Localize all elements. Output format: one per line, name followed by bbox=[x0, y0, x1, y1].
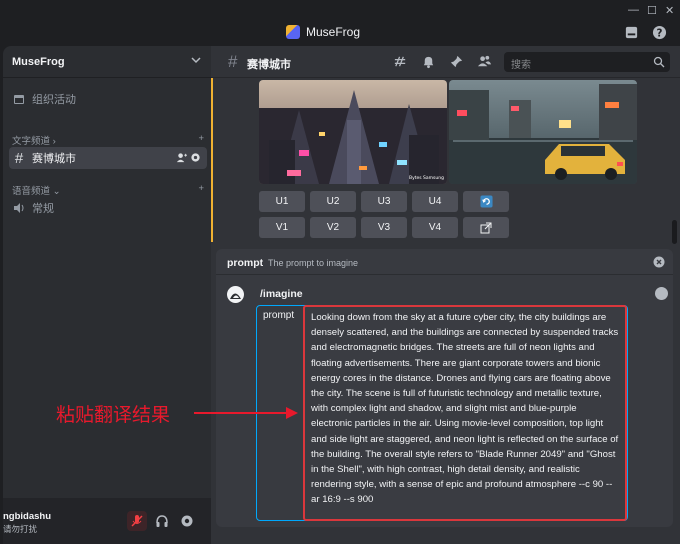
sidebar-item-events[interactable]: 组织活动 bbox=[9, 88, 207, 110]
message-accent-bar bbox=[211, 78, 213, 242]
upscale-button-4[interactable]: U4 bbox=[412, 191, 458, 212]
search-icon bbox=[653, 56, 665, 68]
pin-icon[interactable] bbox=[449, 54, 464, 69]
app-topbar: MuseFrog ? bbox=[0, 22, 680, 44]
headphones-icon bbox=[156, 515, 168, 527]
sidebar-item-label: 赛博城市 bbox=[32, 153, 76, 165]
slash-command-composer: prompt The prompt to imagine /imagine pr… bbox=[216, 249, 673, 527]
inbox-icon[interactable] bbox=[624, 25, 639, 40]
add-channel-icon[interactable]: + bbox=[198, 133, 204, 147]
variation-button-4[interactable]: V4 bbox=[412, 217, 458, 238]
chat-scrollbar[interactable] bbox=[672, 220, 677, 244]
image-watermark: Bytes Samsung bbox=[409, 175, 444, 181]
mic-muted-icon bbox=[131, 515, 143, 527]
sidebar-item-general-voice[interactable]: 常规 bbox=[9, 197, 207, 219]
search-input[interactable]: 搜索 bbox=[511, 56, 531, 71]
chevron-right-icon: › bbox=[52, 136, 56, 147]
app-title: MuseFrog bbox=[286, 25, 360, 39]
sidebar-item-label: 常规 bbox=[32, 203, 54, 215]
server-name: MuseFrog bbox=[12, 56, 65, 68]
calendar-icon bbox=[12, 92, 26, 106]
option-name: prompt bbox=[227, 257, 264, 269]
close-icon[interactable] bbox=[653, 256, 665, 268]
threads-icon[interactable] bbox=[393, 54, 408, 69]
bot-avatar bbox=[227, 286, 244, 303]
chat-main: # 赛博城市 搜索 Bytes Samsung U1 U2 U3 U4 V1 V… bbox=[211, 46, 680, 544]
window-titlebar: — ☐ ✕ bbox=[0, 0, 680, 22]
command-option-bar: prompt The prompt to imagine bbox=[216, 249, 673, 275]
annotation-label: 粘贴翻译结果 bbox=[56, 404, 171, 426]
voice-category[interactable]: 语音频道 ⌄ + bbox=[12, 183, 204, 197]
chevron-down-icon bbox=[191, 57, 201, 64]
user-name[interactable]: ngbidashu bbox=[3, 511, 51, 522]
gear-icon bbox=[181, 515, 193, 527]
close-icon[interactable]: ✕ bbox=[665, 4, 674, 17]
channel-sidebar: MuseFrog 组织活动 文字频道 › + # 赛博城市 语音频道 ⌄ + 常… bbox=[3, 46, 211, 544]
search-box[interactable]: 搜索 bbox=[504, 52, 670, 72]
variation-button-1[interactable]: V1 bbox=[259, 217, 305, 238]
channel-name: 赛博城市 bbox=[247, 59, 291, 71]
prompt-option-field[interactable]: prompt Looking down from the sky at a fu… bbox=[256, 305, 628, 521]
deafen-button[interactable] bbox=[152, 511, 172, 531]
app-title-text: MuseFrog bbox=[306, 25, 361, 39]
maximize-icon[interactable]: ☐ bbox=[647, 4, 657, 17]
external-link-icon bbox=[480, 222, 492, 233]
hash-icon: # bbox=[228, 52, 238, 71]
svg-text:?: ? bbox=[657, 27, 663, 39]
generated-image-street[interactable] bbox=[449, 80, 637, 184]
minimize-icon[interactable]: — bbox=[628, 4, 639, 16]
open-web-button[interactable] bbox=[463, 217, 509, 238]
sidebar-item-label: 组织活动 bbox=[32, 94, 76, 106]
upscale-button-1[interactable]: U1 bbox=[259, 191, 305, 212]
server-header[interactable]: MuseFrog bbox=[3, 46, 211, 78]
upscale-button-3[interactable]: U3 bbox=[361, 191, 407, 212]
refresh-icon bbox=[479, 195, 493, 208]
prompt-field-label: prompt bbox=[263, 310, 295, 321]
reroll-button[interactable] bbox=[463, 191, 509, 212]
option-description: The prompt to imagine bbox=[268, 258, 359, 268]
emoji-icon[interactable] bbox=[655, 287, 668, 300]
mute-button[interactable] bbox=[127, 511, 147, 531]
user-settings-button[interactable] bbox=[177, 511, 197, 531]
app-logo-icon bbox=[286, 25, 300, 39]
help-icon[interactable]: ? bbox=[652, 25, 667, 40]
channel-header: # 赛博城市 搜索 bbox=[211, 46, 680, 78]
chevron-down-icon: ⌄ bbox=[52, 186, 61, 197]
variation-button-2[interactable]: V2 bbox=[310, 217, 356, 238]
generated-image-aerial[interactable]: Bytes Samsung bbox=[259, 80, 447, 184]
category-label: 语音频道 bbox=[12, 186, 51, 197]
bell-icon[interactable] bbox=[421, 54, 436, 69]
speaker-icon bbox=[12, 201, 26, 215]
sidebar-item-cyber-city[interactable]: # 赛博城市 bbox=[9, 147, 207, 169]
invite-icon[interactable] bbox=[176, 152, 187, 163]
upscale-button-2[interactable]: U2 bbox=[310, 191, 356, 212]
annotation-arrow-icon bbox=[194, 407, 298, 419]
command-name: /imagine bbox=[260, 288, 303, 300]
members-icon[interactable] bbox=[477, 54, 492, 69]
category-label: 文字频道 bbox=[12, 136, 51, 147]
variation-button-3[interactable]: V3 bbox=[361, 217, 407, 238]
gear-icon[interactable] bbox=[190, 152, 201, 163]
add-channel-icon[interactable]: + bbox=[198, 183, 204, 197]
user-panel: ngbidashu 请勿打扰 bbox=[3, 498, 211, 544]
hash-icon: # bbox=[14, 149, 24, 167]
text-category[interactable]: 文字频道 › + bbox=[12, 133, 204, 147]
user-status: 请勿打扰 bbox=[3, 524, 38, 534]
prompt-input[interactable]: Looking down from the sky at a future cy… bbox=[303, 305, 627, 521]
